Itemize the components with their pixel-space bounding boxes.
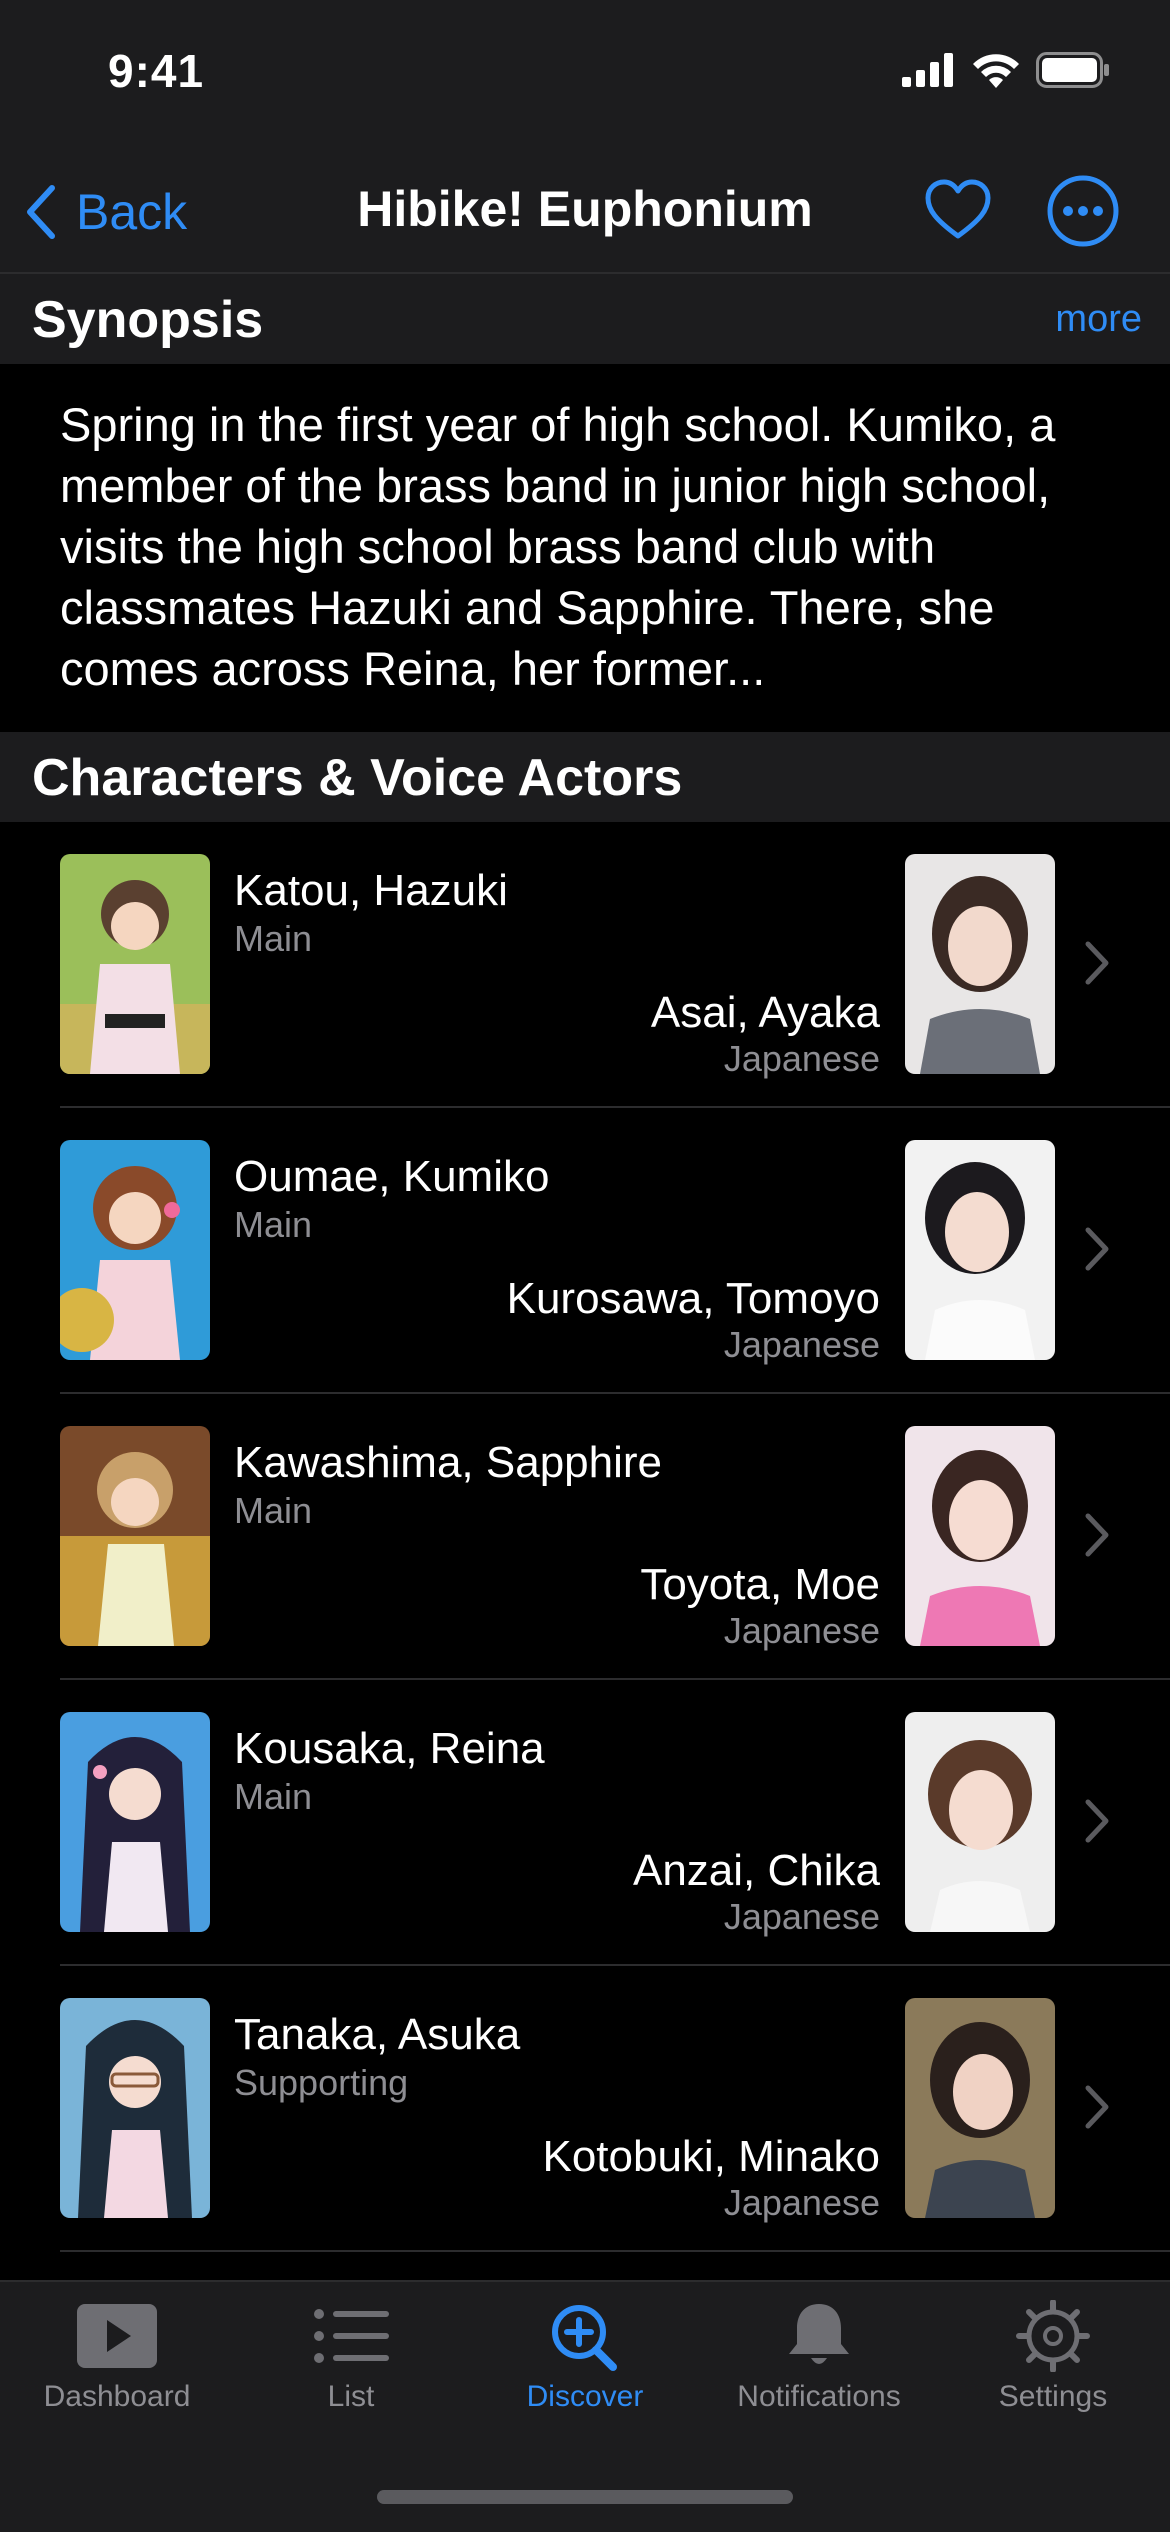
voice-actor-language: Japanese [723, 1324, 880, 1365]
synopsis-header: Synopsis more [0, 274, 1170, 364]
tab-discover[interactable]: Discover [468, 2300, 702, 2414]
status-time: 9:41 [108, 45, 205, 97]
status-icons [902, 52, 1110, 88]
voice-actor-name: Kotobuki, Minako [542, 2132, 880, 2181]
voice-actor-language: Japanese [723, 1610, 880, 1651]
character-name: Tanaka, Asuka [234, 2010, 521, 2059]
character-role: Main [234, 1490, 313, 1531]
synopsis-title: Synopsis [32, 291, 264, 349]
list-icon [314, 2309, 389, 2363]
tab-label: Settings [998, 2380, 1108, 2413]
voice-actor-language: Japanese [723, 1038, 880, 1079]
synopsis-more-link[interactable]: more [1055, 298, 1142, 341]
battery-icon [1036, 52, 1109, 88]
character-row[interactable]: Katou, Hazuki Main Asai, Ayaka Japanese [0, 822, 1170, 1108]
tab-list[interactable]: List [234, 2300, 468, 2414]
tab-notifications[interactable]: Notifications [702, 2300, 936, 2414]
character-row[interactable]: Oumae, Kumiko Main Kurosawa, Tomoyo Japa… [0, 1108, 1170, 1394]
tab-label: Dashboard [43, 2380, 191, 2413]
character-name: Katou, Hazuki [234, 866, 508, 915]
cellular-signal-icon [902, 53, 953, 87]
voice-actor-photo [905, 1712, 1055, 1932]
character-image [60, 1426, 210, 1646]
voice-actor-photo [905, 1140, 1055, 1360]
heart-icon[interactable] [922, 174, 994, 246]
character-image [60, 1712, 210, 1932]
navigation-bar: Back Hibike! Euphonium [0, 150, 1170, 274]
chevron-right-icon [1085, 941, 1109, 985]
more-options-icon[interactable] [1046, 174, 1120, 248]
character-image [60, 854, 210, 1074]
voice-actor-photo [905, 1998, 1055, 2218]
chevron-right-icon [1085, 2085, 1109, 2129]
play-icon [77, 2304, 157, 2368]
tab-settings[interactable]: Settings [936, 2300, 1170, 2414]
synopsis-text: Spring in the first year of high school.… [60, 398, 1056, 695]
home-indicator [377, 2490, 793, 2504]
character-role: Main [234, 1776, 313, 1817]
voice-actor-name: Anzai, Chika [632, 1846, 880, 1895]
voice-actor-name: Kurosawa, Tomoyo [506, 1274, 880, 1323]
voice-actor-name: Asai, Ayaka [650, 988, 880, 1037]
chevron-right-icon [1085, 1799, 1109, 1843]
character-row[interactable]: Tanaka, Asuka Supporting Kotobuki, Minak… [0, 1966, 1170, 2252]
tab-label: List [327, 2380, 375, 2413]
character-row[interactable]: Kousaka, Reina Main Anzai, Chika Japanes… [0, 1680, 1170, 1966]
bell-icon [789, 2304, 849, 2364]
chevron-right-icon [1085, 1227, 1109, 1271]
character-name: Kawashima, Sapphire [234, 1438, 663, 1487]
character-image [60, 1140, 210, 1360]
magnify-plus-icon [552, 2305, 617, 2371]
character-name: Kousaka, Reina [234, 1724, 545, 1773]
character-role: Main [234, 918, 313, 959]
row-divider [60, 2250, 1170, 2252]
tab-label: Discover [526, 2380, 644, 2413]
page-title: Hibike! Euphonium [357, 181, 813, 237]
tab-dashboard[interactable]: Dashboard [0, 2300, 234, 2414]
character-image [60, 1998, 210, 2218]
voice-actor-name: Toyota, Moe [640, 1560, 880, 1609]
gear-icon [1016, 2300, 1090, 2372]
voice-actor-language: Japanese [723, 1896, 880, 1937]
chevron-right-icon [1085, 1513, 1109, 1557]
voice-actor-photo [905, 854, 1055, 1074]
voice-actor-photo [905, 1426, 1055, 1646]
character-role: Main [234, 1204, 313, 1245]
voice-actor-language: Japanese [723, 2182, 880, 2223]
characters-header: Characters & Voice Actors [0, 732, 1170, 822]
character-name: Oumae, Kumiko [234, 1152, 550, 1201]
characters-title: Characters & Voice Actors [32, 749, 683, 807]
wifi-icon [973, 54, 1019, 88]
status-bar: 9:41 [0, 0, 1170, 150]
tab-label: Notifications [737, 2380, 901, 2413]
character-role: Supporting [234, 2062, 409, 2103]
character-row[interactable]: Kawashima, Sapphire Main Toyota, Moe Jap… [0, 1394, 1170, 1680]
